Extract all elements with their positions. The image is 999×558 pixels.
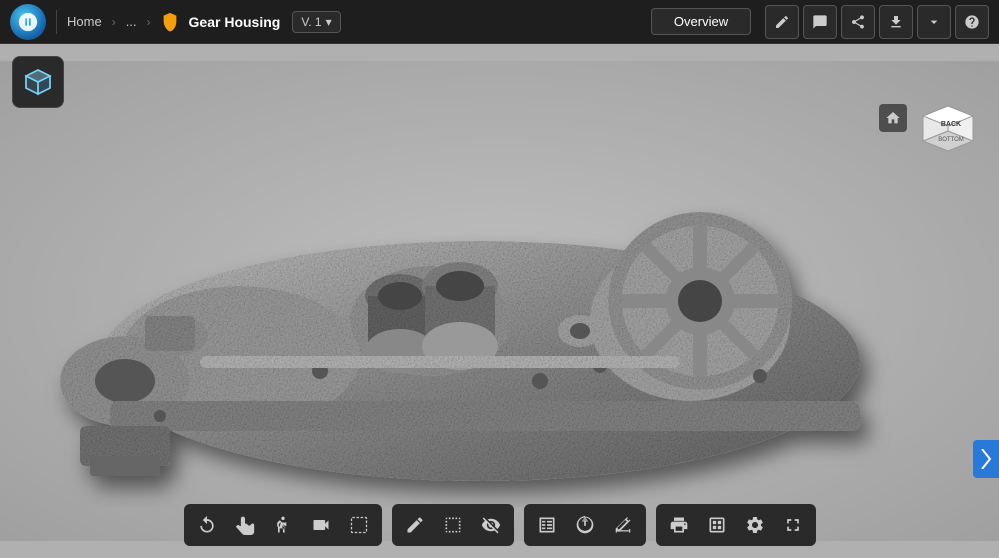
- svg-text:BOTTOM: BOTTOM: [938, 137, 964, 143]
- properties-button[interactable]: [568, 508, 602, 542]
- markup-tool-group: [392, 504, 514, 546]
- version-button[interactable]: V. 1 ▾: [292, 11, 340, 33]
- topbar: Home › ... › Gear Housing V. 1 ▾ Overvie…: [0, 0, 999, 44]
- measure-button[interactable]: [606, 508, 640, 542]
- breadcrumb-ellipsis[interactable]: ...: [126, 14, 137, 29]
- rotate-tool-button[interactable]: [190, 508, 224, 542]
- edit-button[interactable]: [765, 5, 799, 39]
- home-button[interactable]: [879, 104, 907, 132]
- hide-tool-button[interactable]: [474, 508, 508, 542]
- view-tool-group: [656, 504, 816, 546]
- fullscreen-button[interactable]: [776, 508, 810, 542]
- model-browser-button[interactable]: [530, 508, 564, 542]
- expand-panel-button[interactable]: [973, 440, 999, 478]
- help-button[interactable]: [955, 5, 989, 39]
- page-title: Gear Housing: [189, 14, 281, 30]
- 3d-cube-widget[interactable]: [12, 56, 64, 108]
- breadcrumb-home[interactable]: Home: [67, 14, 102, 29]
- svg-text:BACK: BACK: [941, 121, 961, 128]
- app-logo[interactable]: [10, 4, 46, 40]
- share-button[interactable]: [841, 5, 875, 39]
- breadcrumb-arrow-1: ›: [112, 15, 116, 29]
- shield-icon: [161, 12, 179, 32]
- overview-button[interactable]: Overview: [651, 8, 751, 35]
- settings-button[interactable]: [738, 508, 772, 542]
- walk-tool-button[interactable]: [266, 508, 300, 542]
- model-canvas: [0, 44, 999, 558]
- pan-tool-button[interactable]: [228, 508, 262, 542]
- print-button[interactable]: [662, 508, 696, 542]
- comment-button[interactable]: [803, 5, 837, 39]
- model-tool-group: [524, 504, 646, 546]
- orientation-cube[interactable]: BACK BOTTOM: [913, 96, 983, 166]
- more-button[interactable]: [917, 5, 951, 39]
- right-toolbar: [765, 5, 989, 39]
- view-button[interactable]: [700, 508, 734, 542]
- camera-tool-button[interactable]: [304, 508, 338, 542]
- section-tool-button[interactable]: [436, 508, 470, 542]
- breadcrumb-arrow-2: ›: [147, 15, 151, 29]
- selection-tool-button[interactable]: [342, 508, 376, 542]
- bottom-toolbar: [184, 504, 816, 546]
- navigation-tool-group: [184, 504, 382, 546]
- viewport[interactable]: BACK BOTTOM: [0, 44, 999, 558]
- markup-tool-button[interactable]: [398, 508, 432, 542]
- nav-separator: [56, 10, 57, 34]
- download-button[interactable]: [879, 5, 913, 39]
